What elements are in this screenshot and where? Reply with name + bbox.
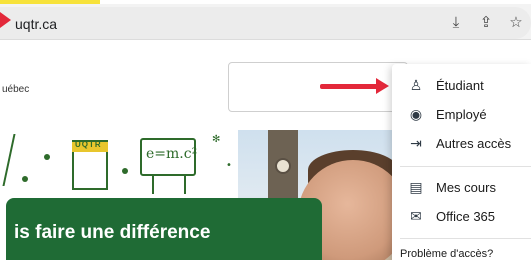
clock-icon [275,158,291,174]
menu-item-label: Mes cours [436,180,496,195]
mail-icon: ✉ [410,209,422,225]
easel-leg [184,176,186,194]
menu-item-mes-cours[interactable]: ▤ Mes cours [392,174,531,202]
login-dropdown-menu: ♙ Étudiant ◉ Employé ⇥ Autres accès ▤ Me… [392,64,531,260]
menu-divider [400,166,531,167]
courses-icon: ▤ [409,180,423,196]
region-text: uébec [2,84,30,95]
access-problem-link[interactable]: Problème d'accès? [400,248,493,260]
menu-divider [400,238,531,239]
red-arrow-head [376,78,389,94]
menu-item-label: Autres accès [436,136,512,151]
download-icon[interactable]: ⤓ [446,12,466,32]
menu-item-employe[interactable]: ◉ Employé [392,101,531,129]
uqtr-logo-text: UQTR [75,140,102,149]
dot-icon [22,176,28,182]
menu-item-office-365[interactable]: ✉ Office 365 [392,203,531,231]
sparkle-icon: ✻ [212,134,221,145]
dot-icon [44,154,50,160]
menu-item-label: Employé [436,107,487,122]
hero-heading: is faire une différence [14,222,211,243]
sparkle-icon: • [226,160,232,171]
dot-icon [122,168,128,174]
menu-item-autres-acces[interactable]: ⇥ Autres accès [392,130,531,158]
login-icon: ⇥ [410,136,422,152]
chalkboard-text: e=m.c² [146,146,198,162]
menu-item-label: Office 365 [436,209,496,224]
menu-item-label: Étudiant [436,78,484,93]
employee-icon: ◉ [409,107,423,123]
browser-toolbar: uqtr.ca ⤓ ⇪ ☆ [0,4,531,40]
star-icon[interactable]: ☆ [506,12,526,32]
pointer-arrow-icon [0,12,11,28]
hero-banner: is faire une différence [6,198,322,260]
red-arrow-annotation [320,84,378,89]
url-text[interactable]: uqtr.ca [15,16,57,32]
hero-section: ✻ • UQTR e=m.c² is faire une différence [0,130,392,260]
menu-item-etudiant[interactable]: ♙ Étudiant [392,72,531,100]
share-icon[interactable]: ⇪ [476,12,496,32]
easel-leg [152,176,154,194]
page: uqtr.ca ⤓ ⇪ ☆ uébec ✻ • UQTR e=m.c² is f… [0,0,531,260]
student-icon: ♙ [409,78,423,94]
